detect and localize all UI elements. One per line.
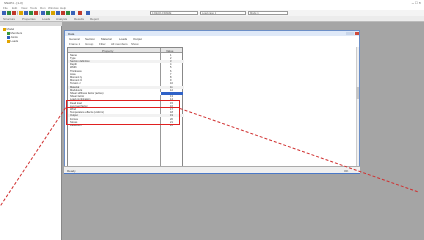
tb2-analysis[interactable]: Analysis bbox=[56, 17, 67, 21]
highlight-box bbox=[66, 100, 180, 108]
mode-combo[interactable]: Mode 1 bbox=[248, 11, 288, 15]
maximize-icon[interactable] bbox=[350, 31, 354, 35]
toolbar-divider bbox=[17, 11, 18, 15]
run-icon[interactable] bbox=[66, 11, 70, 15]
scroll-thumb[interactable] bbox=[356, 87, 359, 99]
filter-scope[interactable]: All members bbox=[111, 42, 128, 46]
project-tree-panel: Model Members Joints Loads bbox=[0, 22, 62, 240]
tab-material[interactable]: Material bbox=[101, 37, 112, 41]
dialog-status-bar: Ready OK bbox=[64, 166, 360, 173]
frame-combo[interactable]: 1:DECK-FRAME bbox=[150, 11, 198, 15]
menu-tools[interactable]: Tools bbox=[30, 6, 37, 10]
cut-icon[interactable] bbox=[19, 11, 23, 15]
menu-file[interactable]: File bbox=[3, 6, 8, 10]
filter-frame[interactable]: Frame 1 bbox=[69, 42, 80, 46]
grid-header: Property Value bbox=[68, 48, 182, 53]
report-icon[interactable] bbox=[71, 11, 75, 15]
tb2-results[interactable]: Results bbox=[74, 17, 84, 21]
open-icon[interactable] bbox=[7, 11, 11, 15]
vertical-scrollbar[interactable] bbox=[356, 47, 359, 172]
new-icon[interactable] bbox=[2, 11, 6, 15]
dialog-bottom-border bbox=[64, 173, 360, 174]
zoom-in-icon[interactable] bbox=[41, 11, 45, 15]
save-icon[interactable] bbox=[12, 11, 16, 15]
tb2-structure[interactable]: Structure bbox=[3, 17, 15, 21]
delete-icon[interactable] bbox=[34, 11, 38, 15]
tb2-loads[interactable]: Loads bbox=[42, 17, 50, 21]
tab-section[interactable]: Section bbox=[85, 37, 95, 41]
tree-label: Loads bbox=[10, 39, 19, 43]
dialog-title: Data bbox=[68, 31, 75, 36]
highlight-box-lower bbox=[66, 108, 180, 125]
pan-icon[interactable] bbox=[56, 11, 60, 15]
grid-header-value: Value bbox=[166, 49, 174, 53]
stop-icon[interactable] bbox=[78, 11, 82, 15]
menu-edit[interactable]: Edit bbox=[12, 6, 17, 10]
filter-show[interactable]: Show bbox=[131, 42, 139, 46]
loadcase-combo[interactable]: Load case 1 bbox=[200, 11, 246, 15]
tab-general[interactable]: General bbox=[69, 37, 80, 41]
dialog-filter-bar: Frame 1 Group Filter All members Show bbox=[67, 41, 359, 46]
tb2-properties[interactable]: Properties bbox=[22, 17, 36, 21]
status-right[interactable]: OK bbox=[344, 169, 348, 173]
minimize-icon[interactable] bbox=[345, 31, 350, 35]
dialog-title-bar[interactable]: Data bbox=[65, 31, 359, 36]
filter-label[interactable]: Filter bbox=[99, 42, 106, 46]
toolbar-divider bbox=[39, 11, 40, 15]
grid-header-property: Property bbox=[102, 49, 114, 53]
tab-loads[interactable]: Loads bbox=[119, 37, 127, 41]
tb2-report[interactable]: Report bbox=[90, 17, 99, 21]
rotate-icon[interactable] bbox=[51, 11, 55, 15]
menu-help[interactable]: Help bbox=[60, 6, 66, 10]
tree-header bbox=[0, 22, 62, 26]
status-left: Ready bbox=[67, 168, 76, 173]
menu-window[interactable]: Window bbox=[48, 6, 59, 10]
tab-output[interactable]: Output bbox=[133, 37, 142, 41]
filter-group[interactable]: Group bbox=[85, 42, 93, 46]
help-icon[interactable] bbox=[86, 11, 90, 15]
close-icon[interactable] bbox=[354, 31, 359, 35]
copy-icon[interactable] bbox=[24, 11, 28, 15]
paste-icon[interactable] bbox=[29, 11, 33, 15]
grid-icon[interactable] bbox=[61, 11, 65, 15]
detail-pane bbox=[185, 47, 359, 172]
menu-run[interactable]: Run bbox=[40, 6, 46, 10]
tree-node-loads[interactable]: Loads bbox=[7, 39, 18, 43]
app-title: SNAP4 - [1-3] bbox=[4, 0, 23, 5]
menu-view[interactable]: View bbox=[21, 6, 27, 10]
zoom-out-icon[interactable] bbox=[46, 11, 50, 15]
